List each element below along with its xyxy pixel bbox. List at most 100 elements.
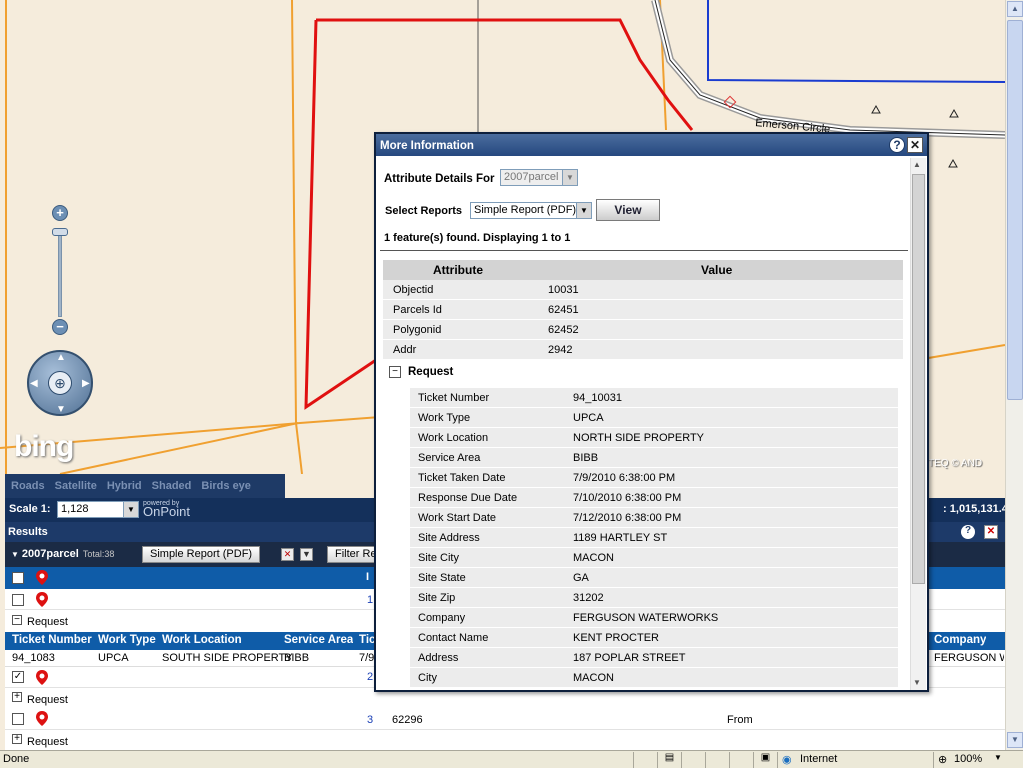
- row-id-link[interactable]: 1: [367, 594, 373, 606]
- chevron-down-icon[interactable]: ▼: [123, 502, 138, 517]
- scale-label: Scale 1:: [9, 503, 51, 515]
- request-field-name: Response Due Date: [418, 492, 518, 504]
- request-field-value: 7/9/2010 6:38:00 PM: [573, 472, 676, 484]
- dialog-scrollbar[interactable]: ▲ ▼: [910, 158, 926, 690]
- zoom-slider-thumb[interactable]: [52, 228, 68, 236]
- request-field-name: Ticket Taken Date: [418, 472, 506, 484]
- request-field-name: Service Area: [418, 452, 481, 464]
- request-field-value: MACON: [573, 672, 614, 684]
- request-field-name: Work Location: [418, 432, 489, 444]
- export-icon[interactable]: ▼: [300, 548, 313, 561]
- table-row[interactable]: 3 62296 From: [5, 708, 1005, 730]
- scroll-down-icon[interactable]: ▼: [1007, 732, 1023, 748]
- col-work-type[interactable]: Work Type: [98, 634, 156, 646]
- attr-details-select[interactable]: 2007parcel ▼: [500, 169, 578, 186]
- dialog-title-bar[interactable]: More Information: [376, 134, 927, 156]
- request-field-value: 1189 HARTLEY ST: [573, 532, 668, 544]
- row-id-link[interactable]: 2: [367, 671, 373, 683]
- more-information-dialog: More Information ? ✕ Attribute Details F…: [374, 132, 929, 692]
- attr-name: Parcels Id: [393, 304, 442, 316]
- clear-results-icon[interactable]: ✕: [281, 548, 294, 561]
- scale-select[interactable]: 1,128 ▼: [57, 501, 139, 518]
- request-field-name: Work Start Date: [418, 512, 497, 524]
- chevron-down-icon[interactable]: ▼: [576, 203, 591, 218]
- request-field-value: 187 POPLAR STREET: [573, 652, 686, 664]
- pan-left-icon[interactable]: ◀: [30, 378, 38, 389]
- pan-right-icon[interactable]: ▶: [82, 378, 90, 389]
- attribute-row: Objectid 10031: [383, 280, 903, 300]
- col-ticket-number[interactable]: Ticket Number: [12, 634, 92, 646]
- attr-value: 2942: [548, 344, 573, 356]
- col-service-area[interactable]: Service Area: [284, 634, 353, 646]
- chevron-down-icon[interactable]: ▼: [994, 753, 1002, 762]
- scroll-down-icon[interactable]: ▼: [913, 678, 921, 687]
- tab-shaded[interactable]: Shaded: [146, 474, 196, 492]
- expand-icon[interactable]: +: [12, 692, 22, 702]
- row-from: From: [727, 714, 753, 726]
- select-all-checkbox[interactable]: [12, 572, 24, 584]
- divider: [380, 250, 908, 251]
- request-section-label: Request: [408, 366, 454, 378]
- request-field-name: City: [418, 672, 437, 684]
- collapse-icon[interactable]: −: [389, 366, 401, 378]
- row-checkbox-checked[interactable]: ✓: [12, 671, 24, 683]
- globe-icon[interactable]: ⊕: [48, 371, 72, 395]
- zoom-out-button[interactable]: −: [52, 319, 68, 335]
- pin-icon[interactable]: [36, 670, 48, 685]
- pin-icon: [36, 570, 48, 585]
- pin-icon[interactable]: [36, 592, 48, 607]
- filter-button[interactable]: Filter Re: [327, 546, 375, 563]
- col-ticket-partial[interactable]: Tic: [359, 634, 374, 646]
- request-field-name: Contact Name: [418, 632, 489, 644]
- close-icon[interactable]: ✕: [984, 525, 998, 539]
- help-icon[interactable]: ?: [889, 137, 905, 153]
- zoom-icon: ⊕: [938, 754, 948, 766]
- pan-down-icon[interactable]: ▼: [56, 404, 66, 415]
- expand-icon[interactable]: +: [12, 734, 22, 744]
- scrollbar-thumb[interactable]: [1007, 20, 1023, 400]
- collapse-icon[interactable]: −: [12, 615, 22, 625]
- request-row: Contact Name KENT PROCTER: [410, 628, 898, 648]
- select-reports-dropdown[interactable]: Simple Report (PDF) ▼: [470, 202, 592, 219]
- collapse-icon[interactable]: ▼: [11, 550, 19, 559]
- row-id-link[interactable]: 3: [367, 714, 373, 726]
- row-checkbox[interactable]: [12, 713, 24, 725]
- status-text: Done: [3, 753, 30, 765]
- tab-hybrid[interactable]: Hybrid: [101, 474, 146, 492]
- request-field-value: 7/12/2010 6:38:00 PM: [573, 512, 682, 524]
- dialog-scrollbar-thumb[interactable]: [912, 174, 925, 584]
- zoom-slider-track[interactable]: [58, 231, 62, 317]
- tab-satellite[interactable]: Satellite: [49, 474, 101, 492]
- attr-value: 62452: [548, 324, 579, 336]
- request-field-value: GA: [573, 572, 589, 584]
- browser-status-bar: Done ▤ ▣ ◉ Internet ⊕ 100% ▼: [0, 750, 1023, 768]
- attr-value: 62451: [548, 304, 579, 316]
- col-work-location[interactable]: Work Location: [162, 634, 242, 646]
- column-header-partial[interactable]: I: [366, 571, 369, 583]
- cell-service-area: BIBB: [284, 652, 310, 664]
- zoom-level[interactable]: ⊕ 100% ▼: [933, 752, 1005, 768]
- chevron-down-icon[interactable]: ▼: [562, 170, 577, 185]
- globe-icon: ◉: [782, 754, 792, 766]
- attribute-row: Parcels Id 62451: [383, 300, 903, 320]
- request-row: Work Location NORTH SIDE PROPERTY: [410, 428, 898, 448]
- scroll-up-icon[interactable]: ▲: [1007, 1, 1023, 17]
- zoom-in-button[interactable]: +: [52, 205, 68, 221]
- help-icon[interactable]: ?: [961, 525, 975, 539]
- view-button[interactable]: View: [596, 199, 660, 221]
- request-field-name: Site State: [418, 572, 466, 584]
- page-scrollbar[interactable]: ▲ ▼: [1005, 0, 1023, 750]
- pan-up-icon[interactable]: ▲: [56, 352, 66, 363]
- request-row: Site City MACON: [410, 548, 898, 568]
- scroll-up-icon[interactable]: ▲: [913, 160, 921, 169]
- pin-icon[interactable]: [36, 711, 48, 726]
- row-checkbox[interactable]: [12, 594, 24, 606]
- request-field-value: 31202: [573, 592, 604, 604]
- col-company[interactable]: Company: [934, 634, 986, 646]
- request-field-value: 7/10/2010 6:38:00 PM: [573, 492, 682, 504]
- tab-roads[interactable]: Roads: [5, 474, 49, 492]
- simple-report-button[interactable]: Simple Report (PDF): [142, 546, 261, 563]
- request-row: Work Type UPCA: [410, 408, 898, 428]
- tab-birds-eye[interactable]: Birds eye: [195, 474, 255, 492]
- close-icon[interactable]: ✕: [907, 137, 923, 153]
